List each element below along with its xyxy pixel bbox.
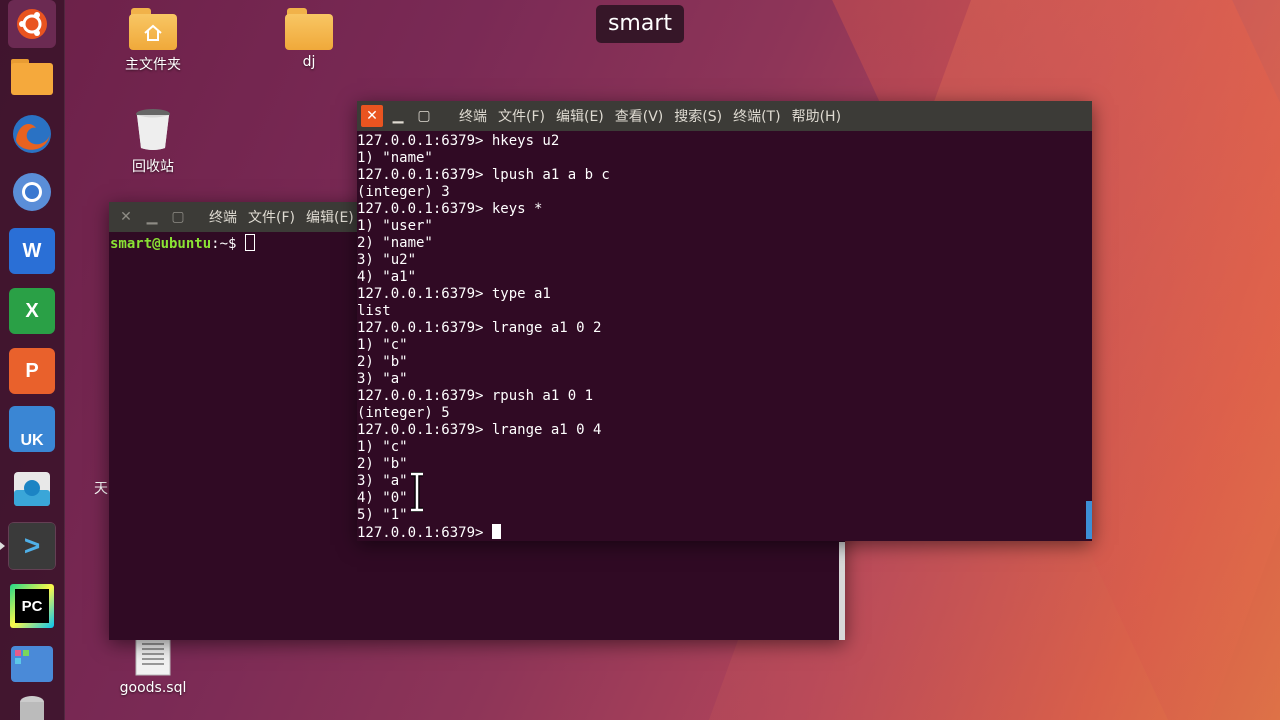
text-file-icon [135,636,171,676]
wps-spreadsheet-icon[interactable]: X [9,288,55,334]
menu-terminal-title[interactable]: 终端 [209,207,237,227]
front-terminal-prompt-line[interactable]: 127.0.0.1:6379> [357,524,1092,542]
terminal-line: 2) "b" [357,456,408,472]
dj-folder-label: dj [302,54,316,70]
front-terminal-content[interactable]: 127.0.0.1:6379> hkeys u2 1) "name" 127.0.0… [357,131,1092,524]
wps-presentation-icon[interactable]: P [9,348,55,394]
workspace-switcher-icon[interactable] [8,640,56,688]
menu-view[interactable]: 查看(V) [615,106,664,126]
menu-help[interactable]: 帮助(H) [792,106,841,126]
menu-terminal-title[interactable]: 终端 [459,106,487,126]
minimize-icon[interactable]: ▁ [141,206,163,228]
partial-desktop-label: 天 [94,481,108,497]
wps-writer-label: W [22,239,42,262]
terminal-line: list [357,303,391,319]
home-folder-icon [129,8,177,50]
terminal-line: 127.0.0.1:6379> rpush a1 0 1 [357,388,594,404]
terminal-cursor [244,234,255,251]
trash-icon [136,109,170,150]
terminal-line: 2) "name" [357,235,433,251]
terminal-line: 4) "a1" [357,269,417,285]
back-scrollbar[interactable] [839,542,845,640]
terminal-line: 127.0.0.1:6379> keys * [357,201,543,217]
maximize-icon[interactable]: ▢ [167,206,189,228]
prompt-rest: :~$ [211,236,245,252]
terminal-line: 3) "a" [357,473,408,489]
terminal-line: 127.0.0.1:6379> type a1 [357,286,551,302]
home-folder-desktop-icon[interactable]: 主文件夹 [108,8,198,74]
pycharm-icon[interactable]: PC [8,582,56,630]
menu-terminal[interactable]: 终端(T) [733,106,780,126]
terminal-line: 3) "a" [357,371,408,387]
close-icon[interactable]: ✕ [115,206,137,228]
pycharm-label: PC [15,589,49,623]
terminal-line: 1) "c" [357,337,408,353]
files-icon[interactable] [8,52,56,100]
menu-edit[interactable]: 编辑(E) [556,106,604,126]
ubuntu-logo-icon[interactable] [8,0,56,48]
terminal-line: 127.0.0.1:6379> lrange a1 0 4 [357,422,602,438]
front-terminal-window[interactable]: ✕ ▁ ▢ 终端 文件(F) 编辑(E) 查看(V) 搜索(S) 终端(T) 帮… [357,101,1092,541]
terminal-line: 1) "user" [357,218,433,234]
redis-prompt: 127.0.0.1:6379> [357,525,492,541]
terminal-cursor [491,524,501,539]
terminal-line: 127.0.0.1:6379> hkeys u2 [357,133,560,149]
terminal-line: 127.0.0.1:6379> lpush a1 a b c [357,167,610,183]
trash-label: 回收站 [132,159,174,175]
terminal-line: 4) "0" [357,490,408,506]
wps-writer-icon[interactable]: W [9,228,55,274]
home-folder-label: 主文件夹 [125,57,181,73]
terminal-glyph: > [9,523,55,569]
ibeam-cursor-icon [411,472,423,512]
terminal-line: 2) "b" [357,354,408,370]
goods-sql-label: goods.sql [119,680,187,696]
minimize-icon[interactable]: ▁ [387,105,409,127]
ubuntu-software-label: UK [20,432,44,449]
disk-icon[interactable] [8,694,56,720]
prompt-user: smart@ubuntu [110,236,212,252]
ubuntu-software-icon[interactable]: UK [9,406,55,452]
launcher: W X P UK > PC [0,0,65,720]
trash-desktop-icon[interactable]: 回收站 [108,106,198,176]
terminal-line: (integer) 3 [357,184,450,200]
menu-file[interactable]: 文件(F) [248,207,295,227]
menu-edit[interactable]: 编辑(E) [306,207,354,227]
maximize-icon[interactable]: ▢ [413,105,435,127]
installer-icon[interactable] [8,464,56,512]
dj-folder-desktop-icon[interactable]: dj [264,8,354,70]
terminal-icon[interactable]: > [8,522,56,570]
front-scrollbar[interactable] [1086,501,1092,539]
close-icon[interactable]: ✕ [361,105,383,127]
terminal-line: (integer) 5 [357,405,450,421]
menu-file[interactable]: 文件(F) [498,106,545,126]
firefox-icon[interactable] [8,110,56,158]
terminal-line: 5) "1" [357,507,408,523]
terminal-line: 1) "c" [357,439,408,455]
front-terminal-titlebar[interactable]: ✕ ▁ ▢ 终端 文件(F) 编辑(E) 查看(V) 搜索(S) 终端(T) 帮… [357,101,1092,131]
hud-label: smart [596,5,684,43]
terminal-line: 3) "u2" [357,252,417,268]
wps-presentation-label: P [25,359,39,382]
terminal-line: 127.0.0.1:6379> lrange a1 0 2 [357,320,602,336]
goods-sql-desktop-icon[interactable]: goods.sql [108,636,198,696]
active-indicator-icon [0,542,5,550]
folder-icon [285,8,333,50]
terminal-line: 1) "name" [357,150,433,166]
chromium-icon[interactable] [8,168,56,216]
menu-search[interactable]: 搜索(S) [674,106,722,126]
wps-spreadsheet-label: X [25,299,39,322]
